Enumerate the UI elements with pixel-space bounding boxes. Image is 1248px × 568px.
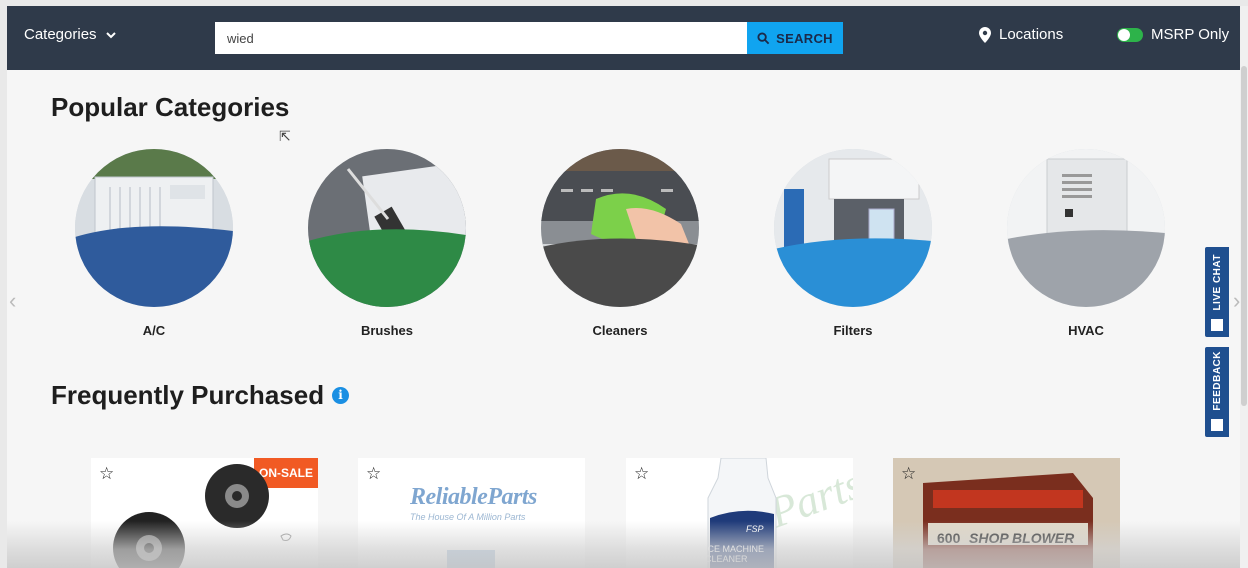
feedback-tab[interactable]: FEEDBACK (1205, 347, 1229, 437)
ac-image (75, 149, 233, 307)
frequently-purchased-label: Frequently Purchased (51, 380, 325, 410)
search-bar: SEARCH (215, 22, 843, 54)
chat-icon (1211, 319, 1223, 331)
product-image (447, 550, 495, 568)
locations-label: Locations (999, 26, 1064, 43)
product-card[interactable]: ☆ Parts FSP ICE MACHINE CLEANER (626, 458, 853, 568)
category-brushes[interactable]: Brushes (307, 149, 467, 338)
carousel-next-arrow[interactable]: › (1233, 288, 1240, 314)
scrollbar-thumb[interactable] (1241, 66, 1247, 406)
search-button-label: SEARCH (776, 30, 833, 46)
feedback-label: FEEDBACK (1211, 351, 1223, 411)
msrp-only-toggle[interactable]: MSRP Only (1117, 26, 1229, 43)
product-image (893, 458, 1120, 568)
map-pin-icon (979, 26, 991, 43)
live-chat-label: LIVE CHAT (1211, 254, 1223, 311)
product-text-1: ICE MACHINE (705, 544, 765, 554)
frequently-purchased-title: Frequently Purchased i (51, 380, 350, 411)
toggle-knob (1118, 28, 1130, 41)
brushes-image (308, 149, 466, 307)
cleaners-image (541, 149, 699, 307)
locations-link[interactable]: Locations (979, 26, 1063, 43)
categories-dropdown[interactable]: Categories (24, 26, 117, 43)
category-hvac[interactable]: HVAC (1006, 149, 1166, 338)
search-input[interactable] (215, 22, 747, 54)
category-filters[interactable]: Filters (773, 149, 933, 338)
brand-logo: ReliableParts (410, 484, 537, 511)
carousel-prev-arrow[interactable]: ‹ (9, 288, 16, 314)
category-ac[interactable]: A/C (74, 149, 234, 338)
info-icon[interactable]: i (332, 386, 350, 404)
product-text: SHOP BLOWER (969, 530, 1075, 546)
toggle-switch[interactable] (1117, 27, 1143, 42)
category-cleaners[interactable]: Cleaners (540, 149, 700, 338)
product-card[interactable]: ☆ ON-SALE (91, 458, 318, 568)
product-brand: FSP (746, 524, 764, 534)
top-navbar: Categories SEARCH Locations MSRP Only (7, 6, 1240, 70)
vertical-scrollbar[interactable] (1240, 6, 1248, 568)
msrp-label: MSRP Only (1151, 26, 1230, 43)
filters-image (774, 149, 932, 307)
category-label: Cleaners (592, 323, 648, 338)
star-icon[interactable]: ☆ (366, 464, 381, 484)
category-label: Filters (833, 323, 873, 338)
category-label: HVAC (1068, 323, 1104, 338)
product-card[interactable]: ☆ 600 SHOP BLOWER (893, 458, 1120, 568)
categories-label: Categories (24, 26, 97, 43)
brand-tagline: The House Of A Million Parts (410, 512, 526, 522)
category-label: A/C (142, 323, 166, 338)
search-button[interactable]: SEARCH (747, 22, 843, 54)
live-chat-tab[interactable]: LIVE CHAT (1205, 247, 1229, 337)
mouse-cursor-icon: ⇱ (279, 128, 291, 144)
star-icon[interactable]: ☆ (901, 464, 916, 484)
product-text-2: CLEANER (705, 554, 748, 564)
hvac-image (1007, 149, 1165, 307)
category-label: Brushes (360, 323, 414, 338)
box-number: 600 (937, 530, 961, 546)
feedback-icon (1211, 419, 1223, 431)
search-icon (757, 31, 770, 44)
page-frame: Categories SEARCH Locations MSRP Only Po… (7, 6, 1240, 568)
product-image (113, 464, 292, 568)
product-card[interactable]: ☆ ReliableParts The House Of A Million P… (358, 458, 585, 568)
chevron-down-icon (105, 31, 116, 38)
brand-logo-text: ReliableParts (410, 484, 537, 510)
popular-categories-title: Popular Categories (51, 92, 290, 122)
